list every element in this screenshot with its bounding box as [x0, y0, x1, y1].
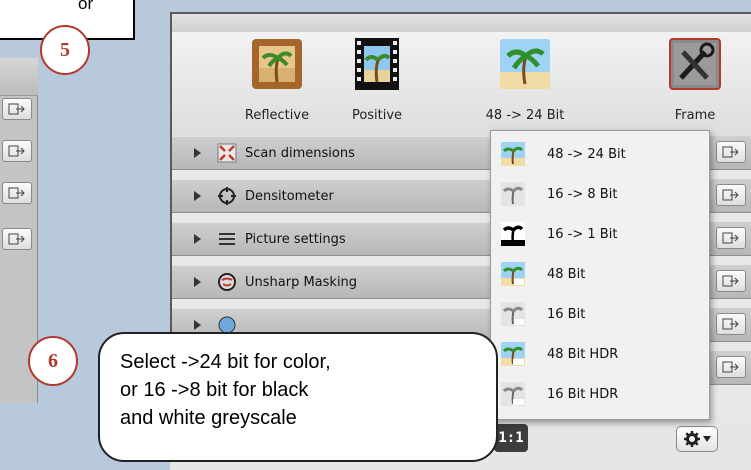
row-label: Picture settings: [245, 231, 346, 247]
positive-label: Positive: [351, 108, 403, 123]
left-strip: [0, 58, 38, 96]
scan-dimensions-icon: [217, 143, 237, 163]
positive-film-icon: [355, 38, 399, 90]
callout-line-1: Select ->24 bit for color,: [120, 351, 331, 373]
instruction-callout: Select ->24 bit for color, or 16 ->8 bit…: [98, 332, 498, 462]
step-5-badge: 5: [40, 25, 90, 75]
menu-item-48-bit-hdr[interactable]: 48 Bit HDR: [491, 335, 709, 373]
callout-line-3: and white greyscale: [120, 407, 297, 429]
menu-item-label: 16 Bit HDR: [547, 386, 619, 402]
ratio-button[interactable]: 1:1: [494, 424, 528, 452]
reflective-label: Reflective: [244, 108, 310, 123]
menu-item-label: 16 Bit: [547, 306, 586, 322]
frame-tool[interactable]: Frame: [640, 32, 750, 142]
sliders-icon: [219, 233, 235, 245]
row-unsharp-masking[interactable]: Unsharp Masking: [172, 265, 502, 299]
disclosure-triangle-icon[interactable]: [194, 148, 201, 158]
chevron-down-icon: [702, 436, 711, 442]
export-icon: [722, 232, 739, 244]
row-densitometer[interactable]: Densitometer: [172, 179, 502, 213]
export-button[interactable]: [716, 356, 746, 378]
export-icon: [8, 103, 25, 115]
ratio-label: 1:1: [498, 430, 524, 446]
export-button[interactable]: [716, 184, 746, 206]
disclosure-triangle-icon[interactable]: [194, 191, 201, 201]
export-button[interactable]: [2, 182, 32, 204]
palm-black-icon: [501, 222, 525, 246]
export-button[interactable]: [716, 270, 746, 292]
menu-item-16-8-bit[interactable]: 16 -> 8 Bit: [491, 175, 709, 213]
palm-grey-hdr-icon: [501, 382, 525, 406]
bit-depth-label: 48 -> 24 Bit: [485, 108, 565, 123]
palm-color-icon: [500, 39, 550, 89]
export-button[interactable]: [2, 98, 32, 120]
export-icon: [722, 189, 739, 201]
row-scan-dimensions[interactable]: Scan dimensions: [172, 136, 502, 170]
palm-color-hdr-icon: [501, 342, 525, 366]
palm-color-48-icon: [501, 262, 525, 286]
export-button[interactable]: [716, 141, 746, 163]
menu-item-48-bit[interactable]: 48 Bit: [491, 255, 709, 293]
export-icon: [722, 146, 739, 158]
menu-item-label: 16 -> 8 Bit: [547, 186, 618, 202]
export-button[interactable]: [716, 227, 746, 249]
positive-tool[interactable]: Positive: [322, 32, 432, 142]
menu-item-label: 48 -> 24 Bit: [547, 146, 626, 162]
export-button[interactable]: [2, 228, 32, 250]
export-icon: [8, 187, 25, 199]
export-icon: [722, 361, 739, 373]
export-icon: [8, 145, 25, 157]
step-6-number: 6: [48, 349, 58, 372]
row-label: Scan dimensions: [245, 145, 355, 161]
window-titlebar: [172, 14, 751, 32]
export-icon: [722, 275, 739, 287]
menu-item-16-bit-hdr[interactable]: 16 Bit HDR: [491, 375, 709, 413]
row-label: Densitometer: [245, 188, 334, 204]
row-label: Unsharp Masking: [245, 274, 358, 290]
palm-color-icon: [501, 142, 525, 166]
reflective-icon: [252, 39, 302, 89]
cut-callout-text: or: [78, 0, 94, 13]
menu-item-16-1-bit[interactable]: 16 -> 1 Bit: [491, 215, 709, 253]
bit-depth-tool[interactable]: 48 -> 24 Bit: [470, 32, 580, 142]
disclosure-triangle-icon[interactable]: [194, 320, 201, 330]
export-button[interactable]: [2, 140, 32, 162]
disclosure-triangle-icon[interactable]: [194, 234, 201, 244]
crosshair-icon: [218, 187, 236, 205]
palm-grey-icon: [501, 182, 525, 206]
disclosure-triangle-icon[interactable]: [194, 277, 201, 287]
row-picture-settings[interactable]: Picture settings: [172, 222, 502, 256]
palm-grey-16-icon: [501, 302, 525, 326]
bit-depth-menu: 48 -> 24 Bit 16 -> 8 Bit 16 -> 1 Bit 48 …: [490, 130, 710, 420]
menu-item-label: 48 Bit HDR: [547, 346, 619, 362]
export-icon: [722, 318, 739, 330]
export-button[interactable]: [716, 313, 746, 335]
frame-tools-icon: [669, 38, 721, 90]
frame-label: Frame: [674, 108, 716, 123]
callout-line-2: or 16 ->8 bit for black: [120, 379, 309, 401]
export-icon: [8, 233, 25, 245]
menu-item-48-24-bit[interactable]: 48 -> 24 Bit: [491, 135, 709, 173]
reflective-tool[interactable]: Reflective: [222, 32, 332, 142]
menu-item-label: 16 -> 1 Bit: [547, 226, 618, 242]
toolbar: Reflective Positive 48 -> 24 Bit Frame: [172, 32, 751, 142]
step-5-number: 5: [60, 38, 70, 61]
step-6-badge: 6: [28, 336, 78, 386]
menu-item-label: 48 Bit: [547, 266, 586, 282]
gear-icon: [683, 431, 700, 447]
unsharp-mask-icon: [218, 273, 236, 291]
menu-item-16-bit[interactable]: 16 Bit: [491, 295, 709, 333]
settings-menu-button[interactable]: [676, 426, 718, 452]
